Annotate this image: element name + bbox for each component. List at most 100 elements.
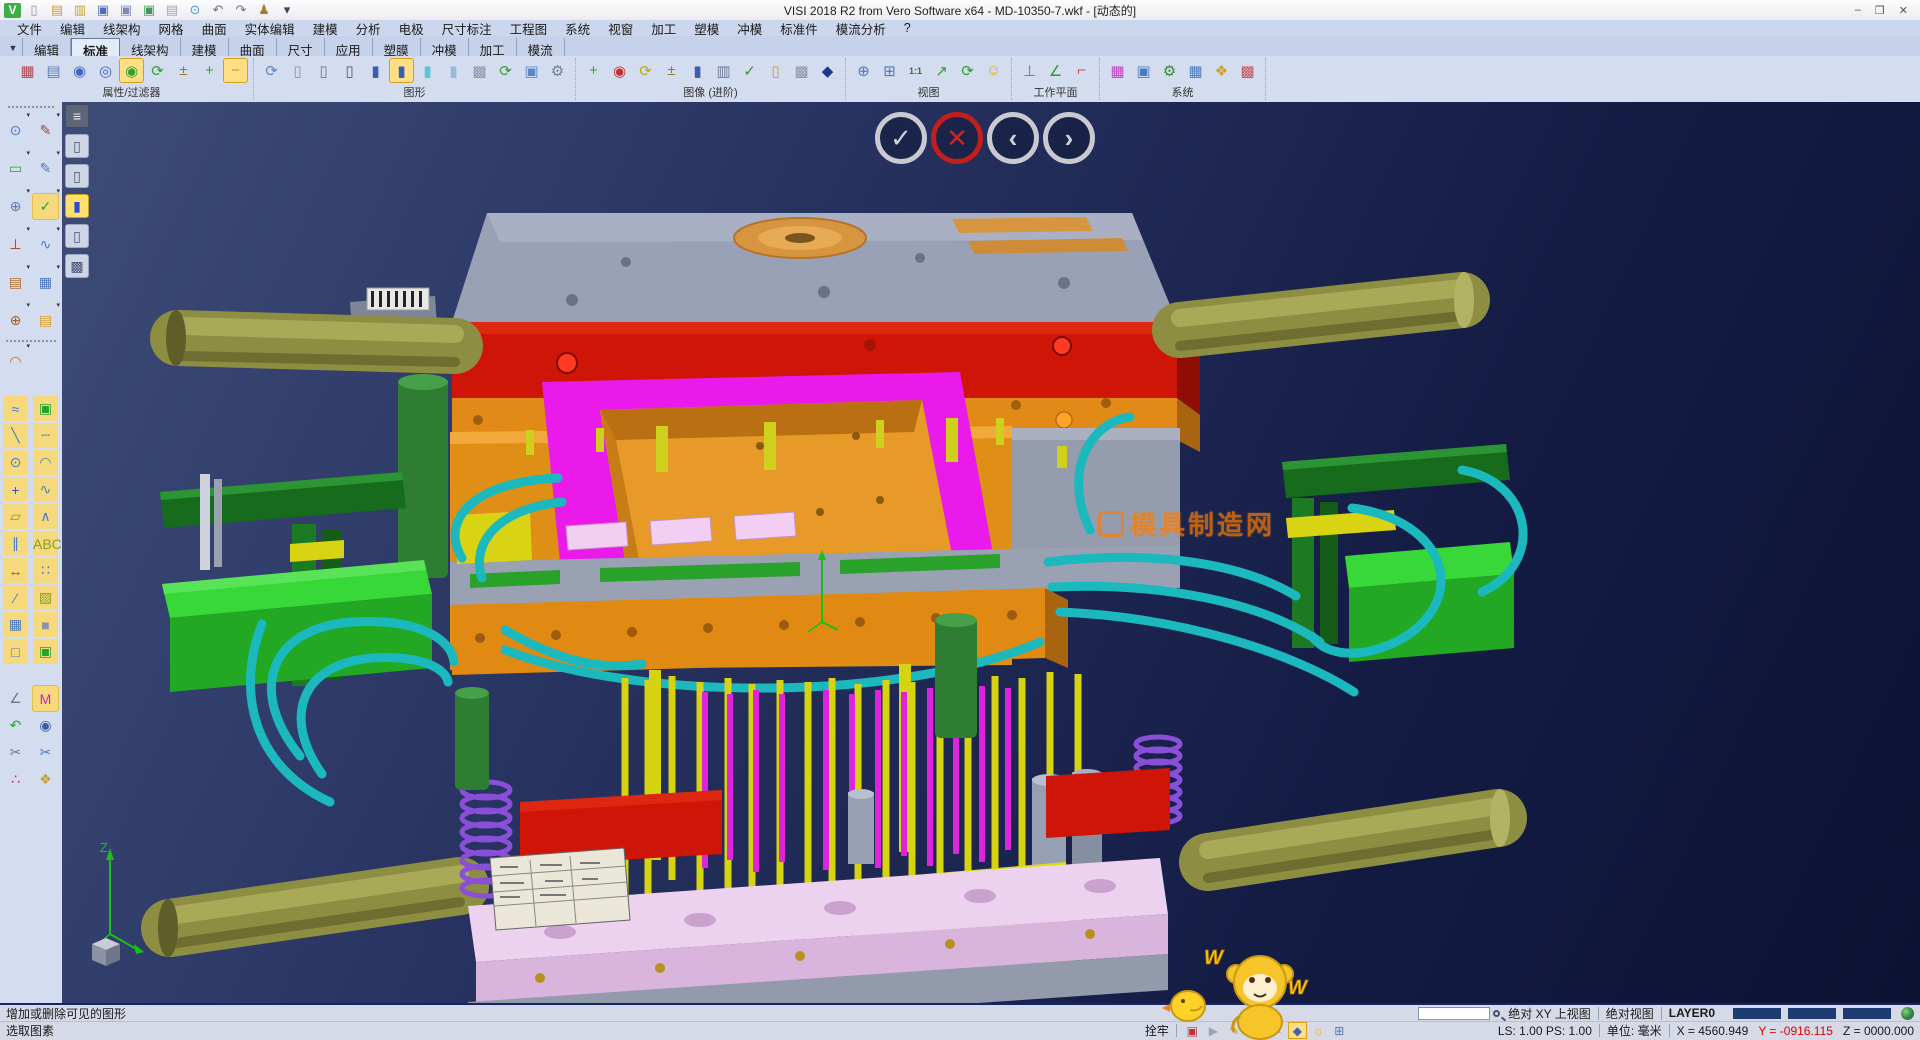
fillet-icon[interactable]: ◠ <box>3 349 28 374</box>
solids-filter-icon[interactable]: ◉ <box>608 59 631 82</box>
menu-item[interactable]: 工程图 <box>501 19 557 38</box>
rotate-view-icon[interactable]: ⟳ <box>956 59 979 82</box>
print-icon[interactable]: ▤ <box>162 2 182 19</box>
globe-icon[interactable] <box>1901 1007 1914 1020</box>
solids-plusminus-icon[interactable]: ± <box>660 59 683 82</box>
hidden-line-mode-icon[interactable]: ▯ <box>65 164 89 188</box>
eye-plusminus-icon[interactable]: ± <box>172 59 195 82</box>
pan-view-icon[interactable]: ↗ <box>930 59 953 82</box>
screen-settings-icon[interactable]: ▣ <box>1132 59 1155 82</box>
tab[interactable]: 塑膜 <box>373 38 421 56</box>
menu-item[interactable]: 电极 <box>390 19 433 38</box>
verified-cylinder-icon[interactable]: ✓ <box>738 59 761 82</box>
tab[interactable]: 线架构 <box>120 38 181 56</box>
cylinder-hidden-line-icon[interactable]: ▯ <box>312 59 335 82</box>
slope-lines-icon[interactable]: ⁄ <box>3 585 28 610</box>
save-icon[interactable]: ▣ <box>93 2 113 19</box>
dashed-line-icon[interactable]: ┄ <box>33 423 58 448</box>
cylinder-transparent-icon[interactable]: ▮ <box>416 59 439 82</box>
window-tile-icon[interactable]: ⊞ <box>1331 1023 1348 1038</box>
tab[interactable]: 加工 <box>469 38 517 56</box>
profile-icon[interactable]: ▱ <box>3 504 28 529</box>
layers-palette-icon[interactable]: ▤ <box>3 270 28 295</box>
line-icon[interactable]: ╲ <box>3 423 28 448</box>
zoom-scale-icon[interactable]: ⊕ <box>852 59 875 82</box>
flat-mode-icon[interactable]: ▯ <box>65 224 89 248</box>
modify-attributes-icon[interactable]: ▦ <box>16 59 39 82</box>
minimize-button[interactable]: – <box>1855 4 1861 17</box>
window-pane-icon[interactable]: ▦ <box>3 612 28 637</box>
text-abc-icon[interactable]: ABC <box>33 531 58 556</box>
solid-cube-icon[interactable]: ■ <box>33 612 58 637</box>
menu-item[interactable]: ? <box>895 21 920 35</box>
menu-item[interactable]: 加工 <box>642 19 685 38</box>
tab[interactable]: 尺寸 <box>277 38 325 56</box>
shaded-solid-icon[interactable]: ◆ <box>816 59 839 82</box>
solid-cylinder-icon[interactable]: ▮ <box>686 59 709 82</box>
units-indicator[interactable]: 单位: 毫米 <box>1607 1022 1662 1039</box>
tab[interactable]: 编辑 <box>22 38 71 56</box>
wire-cube-icon[interactable]: □ <box>3 639 28 664</box>
search-icon[interactable] <box>1493 1010 1500 1017</box>
menu-item[interactable]: 建模 <box>304 19 347 38</box>
shaded-view-smiley-icon[interactable]: ☺ <box>982 59 1005 82</box>
absolute-view[interactable]: 绝对视图 <box>1606 1005 1654 1022</box>
spline-icon[interactable]: ∿ <box>33 477 58 502</box>
undo-icon[interactable]: ↶ <box>208 2 228 19</box>
parallel-lines-icon[interactable]: ∥ <box>3 531 28 556</box>
swatch-1[interactable] <box>1733 1008 1781 1019</box>
close-button[interactable]: ✕ <box>1899 4 1908 17</box>
insert-file-icon[interactable]: ▥ <box>70 2 90 19</box>
cylinder-copy-icon[interactable]: ▣ <box>520 59 543 82</box>
cylinder-mesh-icon[interactable]: ▩ <box>468 59 491 82</box>
menu-item[interactable]: 模流分析 <box>827 19 895 38</box>
move-axis-icon[interactable]: ∠ <box>3 686 28 711</box>
save-as-icon[interactable]: ▣ <box>116 2 136 19</box>
confirm-button[interactable]: ✓ <box>875 112 927 164</box>
sidebar-grip[interactable] <box>8 106 54 110</box>
menu-item[interactable]: 线架构 <box>94 19 150 38</box>
macro-icon[interactable]: ♟ <box>254 2 274 19</box>
ucs-axis-icon[interactable]: ⊥ <box>3 232 28 257</box>
tab[interactable]: 建模 <box>181 38 229 56</box>
cylinder-shaded-icon[interactable]: ▮ <box>364 59 387 82</box>
tagged-cylinder-icon[interactable]: ▯ <box>764 59 787 82</box>
hatch-icon[interactable]: ▨ <box>33 585 58 610</box>
point-grid-icon[interactable]: ∷ <box>33 558 58 583</box>
view-reference[interactable]: 绝对 XY 上视图 <box>1508 1005 1590 1022</box>
menu-item[interactable]: 冲模 <box>728 19 771 38</box>
tab[interactable]: 应用 <box>325 38 373 56</box>
eye-plus-icon[interactable]: + <box>198 59 221 82</box>
window-grid-icon[interactable]: ▦ <box>33 270 58 295</box>
open-file-icon[interactable]: ▤ <box>47 2 67 19</box>
menu-item[interactable]: 分析 <box>347 19 390 38</box>
regen-graphics-icon[interactable]: ⟳ <box>260 59 283 82</box>
zoom-dynamic-icon[interactable]: ⊕ <box>3 194 28 219</box>
menu-item[interactable]: 系统 <box>556 19 599 38</box>
workplane-xyz-icon[interactable]: ⊥ <box>1018 59 1041 82</box>
eye-refresh-icon[interactable]: ⟳ <box>146 59 169 82</box>
redo-icon[interactable]: ↷ <box>231 2 251 19</box>
active-layer[interactable]: LAYER0 <box>1669 1006 1715 1020</box>
cylinder-regen-icon[interactable]: ⟳ <box>494 59 517 82</box>
zoom-one-to-one-icon[interactable]: 1:1 <box>904 59 927 82</box>
undo-feature-icon[interactable]: ↶ <box>3 713 28 738</box>
striped-cylinder-icon[interactable]: ▥ <box>712 59 735 82</box>
workplane-entity-icon[interactable]: ∠ <box>1044 59 1067 82</box>
rgb-balls-icon[interactable]: ∴ <box>3 767 28 792</box>
dimension-icon[interactable]: ↔ <box>3 558 28 583</box>
grab-hand-icon[interactable]: ❖ <box>33 767 58 792</box>
point-icon[interactable]: + <box>3 477 28 502</box>
mesh-mode-icon[interactable]: ▩ <box>65 254 89 278</box>
solids-regen-icon[interactable]: ⟳ <box>634 59 657 82</box>
visi-logo[interactable]: V <box>4 3 21 18</box>
workplane-view-icon[interactable]: ⌐ <box>1070 59 1093 82</box>
plane-frame-icon[interactable]: ▭ <box>3 156 28 181</box>
cylinder-flat-icon[interactable]: ▮ <box>442 59 465 82</box>
tab[interactable]: 模流 <box>517 38 565 56</box>
solids-add-icon[interactable]: + <box>582 59 605 82</box>
render-settings-icon[interactable]: ⚙ <box>546 59 569 82</box>
compass-icon[interactable]: ⊕ <box>3 308 28 333</box>
mesh-cylinder-icon[interactable]: ▩ <box>790 59 813 82</box>
zoom-extents-icon[interactable]: ⊞ <box>878 59 901 82</box>
